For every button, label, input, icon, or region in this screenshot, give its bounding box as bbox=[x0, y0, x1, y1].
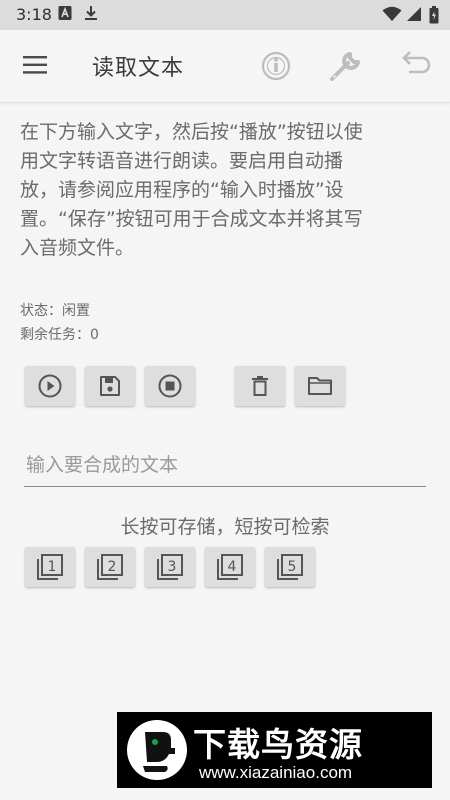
folder-icon bbox=[308, 377, 332, 395]
watermark-banner: 下载鸟资源 www.xiazainiao.com bbox=[117, 712, 432, 788]
download-icon bbox=[84, 5, 98, 25]
slot-hint: 长按可存储，短按可检索 bbox=[120, 516, 330, 538]
watermark-url: www.xiazainiao.com bbox=[199, 763, 353, 782]
info-icon[interactable] bbox=[256, 46, 296, 86]
instructions-line: 在下方输入文字，然后按“播放”按钮以使 bbox=[20, 121, 363, 143]
menu-icon[interactable] bbox=[22, 54, 48, 76]
slot-3-icon: 3 bbox=[157, 554, 183, 580]
slot-label: 3 bbox=[168, 559, 177, 575]
open-folder-button[interactable] bbox=[295, 366, 345, 406]
slot-2-icon: 2 bbox=[97, 554, 123, 580]
stop-button[interactable] bbox=[145, 366, 195, 406]
slot-label: 1 bbox=[48, 559, 57, 575]
delete-button[interactable] bbox=[235, 366, 285, 406]
stop-icon bbox=[158, 374, 182, 398]
text-input-container bbox=[24, 446, 428, 487]
slot-4-icon: 4 bbox=[217, 554, 243, 580]
instructions-line: 用文字转语音进行朗读。要启用自动播 bbox=[20, 150, 344, 172]
instructions-text: 在下方输入文字，然后按“播放”按钮以使 用文字转语音进行朗读。要启用自动播 放，… bbox=[20, 118, 435, 263]
instructions-line: 放，请参阅应用程序的“输入时播放”设 bbox=[20, 179, 344, 201]
slot-button-5[interactable]: 5 bbox=[265, 547, 315, 587]
save-button[interactable] bbox=[85, 366, 135, 406]
undo-icon[interactable] bbox=[396, 46, 436, 86]
app-bar: 读取文本 bbox=[0, 30, 450, 103]
play-icon bbox=[38, 374, 62, 398]
slot-button-3[interactable]: 3 bbox=[145, 547, 195, 587]
wrench-icon[interactable] bbox=[326, 46, 366, 86]
slot-label: 5 bbox=[288, 559, 297, 575]
status-state: 状态：闲置 bbox=[20, 303, 90, 319]
slot-button-4[interactable]: 4 bbox=[205, 547, 255, 587]
signal-icon bbox=[406, 6, 422, 26]
text-to-synthesize-input[interactable] bbox=[24, 446, 428, 484]
battery-icon bbox=[429, 6, 439, 28]
watermark-title: 下载鸟资源 bbox=[193, 725, 363, 764]
play-button[interactable] bbox=[25, 366, 75, 406]
slot-label: 2 bbox=[108, 559, 117, 575]
instructions-line: 置。“保存”按钮可用于合成文本并将其写 bbox=[20, 208, 363, 230]
page-title: 读取文本 bbox=[92, 56, 185, 81]
status-time: 3:18 bbox=[16, 5, 52, 24]
save-icon bbox=[100, 376, 120, 396]
slot-label: 4 bbox=[228, 559, 237, 575]
slot-1-icon: 1 bbox=[37, 554, 63, 580]
status-remaining: 剩余任务：0 bbox=[20, 327, 99, 343]
slot-button-2[interactable]: 2 bbox=[85, 547, 135, 587]
instructions-line: 入音频文件。 bbox=[20, 237, 135, 259]
wifi-icon bbox=[382, 6, 402, 26]
watermark-logo-icon bbox=[125, 718, 189, 786]
a-notification-icon bbox=[58, 5, 72, 25]
status-bar: 3:18 bbox=[0, 0, 450, 30]
slot-5-icon: 5 bbox=[277, 554, 303, 580]
slot-button-1[interactable]: 1 bbox=[25, 547, 75, 587]
delete-icon bbox=[252, 376, 268, 396]
